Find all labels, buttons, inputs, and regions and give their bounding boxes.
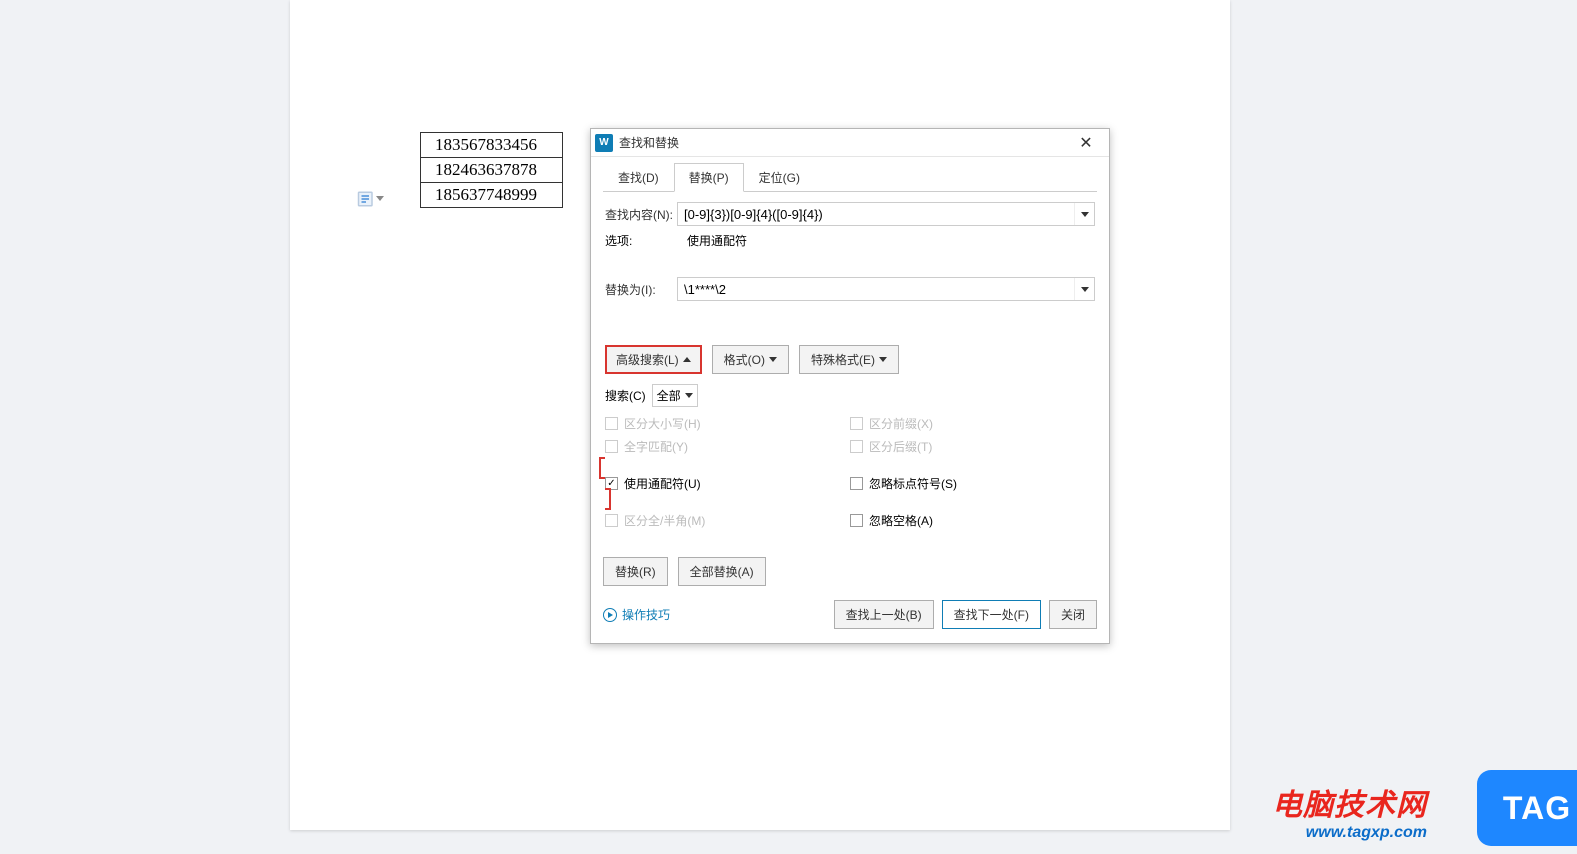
replace-all-button[interactable]: 全部替换(A) [678, 557, 766, 586]
chevron-down-icon[interactable] [1074, 203, 1094, 225]
table-cell[interactable]: 185637748999 [421, 183, 563, 208]
checkbox-icon [605, 440, 618, 453]
paragraph-options-icon[interactable] [357, 190, 375, 208]
chevron-down-icon [879, 357, 887, 362]
find-prev-button[interactable]: 查找上一处(B) [834, 600, 934, 629]
replace-input[interactable] [678, 278, 1074, 300]
find-replace-dialog: W 查找和替换 ✕ 查找(D) 替换(P) 定位(G) 查找内容(N): 选项:… [590, 128, 1110, 644]
phone-table: 183567833456 182463637878 185637748999 [420, 132, 563, 208]
replace-button[interactable]: 替换(R) [603, 557, 668, 586]
checkbox-icon: ✓ [605, 477, 618, 490]
close-icon[interactable]: ✕ [1067, 130, 1105, 156]
search-scope-select[interactable]: 全部 [652, 384, 698, 407]
check-whole-word: 全字匹配(Y) [605, 438, 850, 455]
table-cell[interactable]: 182463637878 [421, 158, 563, 183]
tab-goto[interactable]: 定位(G) [744, 163, 815, 192]
dialog-tabs: 查找(D) 替换(P) 定位(G) [603, 163, 1097, 192]
check-suffix: 区分后缀(T) [850, 438, 1095, 455]
chevron-down-icon [769, 357, 777, 362]
brand-url: www.tagxp.com [1272, 824, 1427, 842]
options-label: 选项: [605, 232, 653, 249]
tab-find[interactable]: 查找(D) [603, 163, 674, 192]
check-prefix: 区分前缀(X) [850, 415, 1095, 432]
app-icon: W [595, 134, 613, 152]
chevron-down-icon[interactable] [1074, 278, 1094, 300]
special-format-button[interactable]: 特殊格式(E) [799, 345, 899, 374]
checkbox-icon [850, 477, 863, 490]
check-halfwidth: 区分全/半角(M) [605, 512, 850, 529]
table-cell[interactable]: 183567833456 [421, 133, 563, 158]
replace-input-combo[interactable] [677, 277, 1095, 301]
check-match-case: 区分大小写(H) [605, 415, 850, 432]
checkbox-icon [605, 417, 618, 430]
check-wildcards[interactable]: ✓ 使用通配符(U) [605, 475, 850, 492]
advanced-search-button[interactable]: 高级搜索(L) [605, 345, 702, 374]
search-scope-label: 搜索(C) [605, 387, 646, 404]
close-button[interactable]: 关闭 [1049, 600, 1097, 629]
find-input[interactable] [678, 203, 1074, 225]
brand-name: 电脑技术网 [1272, 780, 1427, 824]
find-next-button[interactable]: 查找下一处(F) [942, 600, 1041, 629]
dialog-titlebar[interactable]: W 查找和替换 ✕ [591, 129, 1109, 157]
find-input-combo[interactable] [677, 202, 1095, 226]
chevron-down-icon [685, 393, 693, 398]
brand-watermark: 电脑技术网 www.tagxp.com [1272, 780, 1427, 842]
format-button[interactable]: 格式(O) [712, 345, 789, 374]
play-circle-icon [603, 608, 617, 622]
tips-link[interactable]: 操作技巧 [603, 606, 670, 623]
chevron-up-icon [683, 357, 691, 362]
checkbox-icon [850, 417, 863, 430]
checkbox-icon [850, 514, 863, 527]
replace-label: 替换为(I): [605, 281, 677, 298]
dialog-title: 查找和替换 [619, 134, 1067, 151]
checkbox-icon [850, 440, 863, 453]
search-options-grid: 区分大小写(H) 区分前缀(X) 全字匹配(Y) 区分后缀(T) [605, 415, 1095, 529]
options-value: 使用通配符 [687, 232, 747, 249]
tab-replace[interactable]: 替换(P) [674, 163, 744, 192]
check-ignore-punct[interactable]: 忽略标点符号(S) [850, 461, 1095, 506]
tag-badge: TAG [1477, 770, 1577, 846]
find-label: 查找内容(N): [605, 206, 677, 223]
checkbox-icon [605, 514, 618, 527]
paragraph-options-dropdown-icon[interactable] [376, 196, 384, 201]
check-ignore-space[interactable]: 忽略空格(A) [850, 512, 1095, 529]
